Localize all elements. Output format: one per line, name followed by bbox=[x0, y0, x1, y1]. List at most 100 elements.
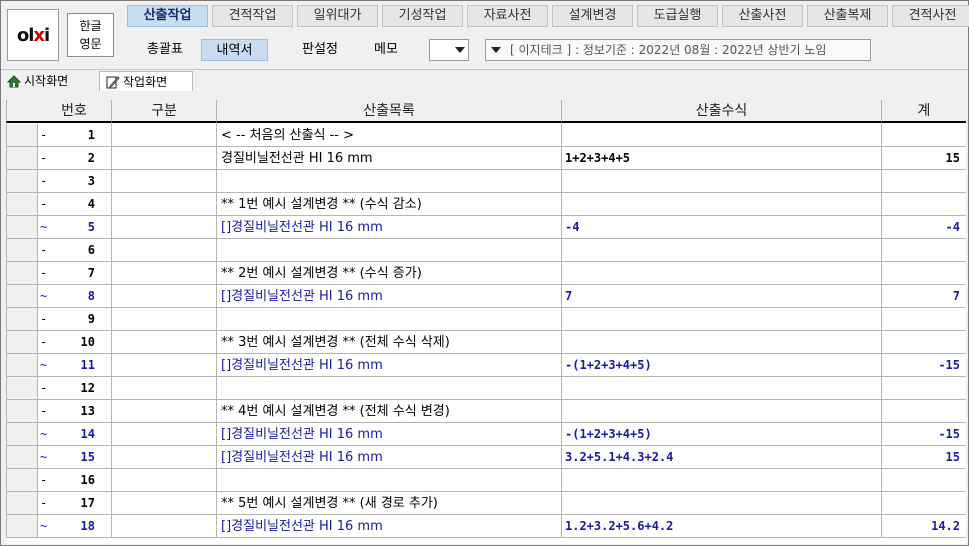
category-cell[interactable] bbox=[112, 285, 217, 308]
category-cell[interactable] bbox=[112, 400, 217, 423]
total-cell[interactable] bbox=[882, 170, 966, 193]
table-row[interactable]: -3 bbox=[6, 170, 966, 193]
tab-calc-dictionary[interactable]: 산출사전 bbox=[722, 5, 803, 27]
row-number-cell[interactable]: - 17 bbox=[37, 492, 112, 515]
header-total[interactable]: 계 bbox=[882, 100, 966, 123]
table-row[interactable]: - 13 ** 4번 예시 설계변경 ** (전체 수식 변경) bbox=[6, 400, 966, 423]
formula-cell[interactable] bbox=[562, 308, 882, 331]
row-selector[interactable] bbox=[6, 308, 38, 331]
table-row[interactable]: -6 bbox=[6, 239, 966, 262]
row-selector[interactable] bbox=[6, 285, 38, 308]
category-cell[interactable] bbox=[112, 331, 217, 354]
total-cell[interactable] bbox=[882, 124, 966, 147]
price-standard-dropdown[interactable]: [ 이지테크 ] : 정보기준 : 2022년 08월 : 2022년 상반기 … bbox=[485, 39, 871, 61]
table-row[interactable]: ~5 []경질비닐전선관 HI 16 mm -4 -4 bbox=[6, 216, 966, 239]
table-row[interactable]: - 17 ** 5번 예시 설계변경 ** (새 경로 추가) bbox=[6, 492, 966, 515]
row-selector[interactable] bbox=[6, 469, 38, 492]
row-selector[interactable] bbox=[6, 377, 38, 400]
summary-button[interactable]: 총괄표 bbox=[135, 39, 195, 61]
category-cell[interactable] bbox=[112, 124, 217, 147]
row-number-cell[interactable]: -4 bbox=[37, 193, 112, 216]
total-cell[interactable]: 15 bbox=[882, 446, 966, 469]
row-number-cell[interactable]: - 10 bbox=[37, 331, 112, 354]
calc-item-cell[interactable]: []경질비닐전선관 HI 16 mm bbox=[217, 354, 562, 377]
row-number-cell[interactable]: -1 bbox=[37, 124, 112, 147]
formula-cell[interactable]: 3.2+5.1+4.3+2.4 bbox=[562, 446, 882, 469]
total-cell[interactable]: 15 bbox=[882, 147, 966, 170]
formula-cell[interactable]: -4 bbox=[562, 216, 882, 239]
category-cell[interactable] bbox=[112, 239, 217, 262]
table-row[interactable]: ~11 []경질비닐전선관 HI 16 mm -(1+2+3+4+5) -15 bbox=[6, 354, 966, 377]
calc-item-cell[interactable]: < -- 처음의 산출식 -- > bbox=[217, 124, 562, 147]
total-cell[interactable]: -15 bbox=[882, 354, 966, 377]
table-row[interactable]: -7 ** 2번 예시 설계변경 ** (수식 증가) bbox=[6, 262, 966, 285]
table-row[interactable]: - 12 bbox=[6, 377, 966, 400]
total-cell[interactable] bbox=[882, 377, 966, 400]
category-cell[interactable] bbox=[112, 262, 217, 285]
row-number-cell[interactable]: - 16 bbox=[37, 469, 112, 492]
table-row[interactable]: ~14 []경질비닐전선관 HI 16 mm -(1+2+3+4+5) -15 bbox=[6, 423, 966, 446]
category-cell[interactable] bbox=[112, 377, 217, 400]
row-number-cell[interactable]: - 12 bbox=[37, 377, 112, 400]
tab-estimate-dictionary[interactable]: 견적사전 bbox=[892, 5, 969, 27]
row-number-cell[interactable]: ~15 bbox=[37, 446, 112, 469]
row-number-cell[interactable]: -9 bbox=[37, 308, 112, 331]
category-cell[interactable] bbox=[112, 446, 217, 469]
category-cell[interactable] bbox=[112, 423, 217, 446]
calc-item-cell[interactable] bbox=[217, 170, 562, 193]
total-cell[interactable]: 7 bbox=[882, 285, 966, 308]
category-cell[interactable] bbox=[112, 492, 217, 515]
total-cell[interactable] bbox=[882, 262, 966, 285]
total-cell[interactable] bbox=[882, 469, 966, 492]
total-cell[interactable] bbox=[882, 400, 966, 423]
row-number-cell[interactable]: ~14 bbox=[37, 423, 112, 446]
calc-item-cell[interactable]: ** 2번 예시 설계변경 ** (수식 증가) bbox=[217, 262, 562, 285]
category-cell[interactable] bbox=[112, 170, 217, 193]
formula-cell[interactable] bbox=[562, 469, 882, 492]
tab-data-dictionary[interactable]: 자료사전 bbox=[467, 5, 548, 27]
tab-unit-price[interactable]: 일위대가 bbox=[297, 5, 378, 27]
total-cell[interactable]: 14.2 bbox=[882, 515, 966, 538]
total-cell[interactable]: -4 bbox=[882, 216, 966, 239]
row-selector[interactable] bbox=[6, 262, 38, 285]
row-selector[interactable] bbox=[6, 446, 38, 469]
header-calc-item[interactable]: 산출목록 bbox=[217, 100, 562, 123]
table-row[interactable]: ~8 []경질비닐전선관 HI 16 mm 7 7 bbox=[6, 285, 966, 308]
detail-button[interactable]: 내역서 bbox=[201, 39, 268, 61]
row-number-cell[interactable]: -2 bbox=[37, 147, 112, 170]
category-cell[interactable] bbox=[112, 147, 217, 170]
row-selector[interactable] bbox=[6, 170, 38, 193]
row-selector[interactable] bbox=[6, 354, 38, 377]
category-cell[interactable] bbox=[112, 515, 217, 538]
row-selector[interactable] bbox=[6, 400, 38, 423]
total-cell[interactable] bbox=[882, 308, 966, 331]
formula-cell[interactable]: 7 bbox=[562, 285, 882, 308]
row-selector[interactable] bbox=[6, 331, 38, 354]
total-cell[interactable]: -15 bbox=[882, 423, 966, 446]
memo-button[interactable]: 메모 bbox=[363, 39, 409, 61]
calc-item-cell[interactable]: ** 5번 예시 설계변경 ** (새 경로 추가) bbox=[217, 492, 562, 515]
calc-item-cell[interactable]: 경질비닐전선관 HI 16 mm bbox=[217, 147, 562, 170]
calc-item-cell[interactable]: []경질비닐전선관 HI 16 mm bbox=[217, 515, 562, 538]
table-row[interactable]: -2 경질비닐전선관 HI 16 mm 1+2+3+4+5 15 bbox=[6, 147, 966, 170]
header-formula[interactable]: 산출수식 bbox=[562, 100, 882, 123]
category-cell[interactable] bbox=[112, 216, 217, 239]
formula-cell[interactable]: -(1+2+3+4+5) bbox=[562, 354, 882, 377]
formula-cell[interactable] bbox=[562, 170, 882, 193]
formula-cell[interactable]: 1+2+3+4+5 bbox=[562, 147, 882, 170]
formula-cell[interactable] bbox=[562, 331, 882, 354]
row-selector[interactable] bbox=[6, 515, 38, 538]
category-cell[interactable] bbox=[112, 308, 217, 331]
settings-button[interactable]: 판설정 bbox=[291, 39, 349, 61]
tab-estimate-work[interactable]: 견적작업 bbox=[212, 5, 293, 27]
table-row[interactable]: -4 ** 1번 예시 설계변경 ** (수식 감소) bbox=[6, 193, 966, 216]
calc-item-cell[interactable] bbox=[217, 308, 562, 331]
category-cell[interactable] bbox=[112, 469, 217, 492]
formula-cell[interactable] bbox=[562, 492, 882, 515]
calc-item-cell[interactable]: []경질비닐전선관 HI 16 mm bbox=[217, 446, 562, 469]
row-number-cell[interactable]: ~11 bbox=[37, 354, 112, 377]
row-number-cell[interactable]: ~5 bbox=[37, 216, 112, 239]
category-cell[interactable] bbox=[112, 193, 217, 216]
row-number-cell[interactable]: -7 bbox=[37, 262, 112, 285]
row-number-cell[interactable]: ~18 bbox=[37, 515, 112, 538]
